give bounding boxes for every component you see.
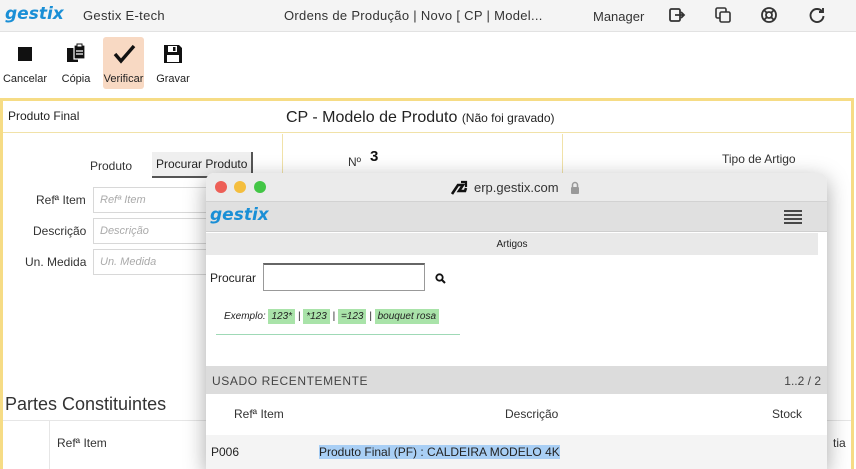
partes-ref-header[interactable]: Refª Item xyxy=(57,436,107,450)
copy-label: Cópia xyxy=(61,73,91,85)
refresh-icon[interactable] xyxy=(808,6,826,24)
top-bar: gestix Gestix E-tech Ordens de Produção … xyxy=(0,0,856,32)
user-name[interactable]: Manager xyxy=(593,9,644,24)
column-header-ref: Refª Item xyxy=(234,407,284,421)
tipo-artigo-label: Tipo de Artigo xyxy=(722,152,796,166)
example-chip: bouquet rosa xyxy=(374,309,440,324)
example-chip: 123* xyxy=(268,309,296,324)
recent-pagination: 1..2 / 2 xyxy=(784,374,821,388)
logout-icon[interactable] xyxy=(668,6,686,24)
example-chip: =123 xyxy=(337,309,367,324)
stop-square-icon xyxy=(18,47,32,61)
ref-label: Refª Item xyxy=(36,193,86,207)
url-text: erp.gestix.com xyxy=(474,180,559,195)
row-ref: P006 xyxy=(211,445,240,459)
unidade-input[interactable]: Un. Medida xyxy=(93,249,213,275)
row-descricao[interactable]: Produto Final (PF) : CALDEIRA MODELO 4K xyxy=(319,445,560,459)
search-input[interactable] xyxy=(263,263,425,291)
checkmark-icon xyxy=(113,44,135,64)
descricao-label: Descrição xyxy=(33,224,87,238)
article-search-popup: erp.gestix.com gestix Artigos Procurar E… xyxy=(206,173,827,469)
recent-section-header: USADO RECENTEMENTE 1..2 / 2 xyxy=(206,366,827,394)
ref-input[interactable]: Refª Item xyxy=(93,187,213,213)
unidade-label: Un. Medida xyxy=(25,255,87,269)
help-lifebuoy-icon[interactable] xyxy=(760,6,778,24)
browser-titlebar: erp.gestix.com xyxy=(206,173,827,202)
title-text: CP - Modelo de Produto xyxy=(286,109,458,126)
document-title: Ordens de Produção | Novo [ CP | Model..… xyxy=(284,8,543,23)
save-button[interactable]: Gravar xyxy=(152,37,194,89)
verify-button[interactable]: Verificar xyxy=(103,37,144,89)
floppy-disk-icon xyxy=(164,45,182,63)
card-header: Produto Final CP - Modelo de Produto (Nã… xyxy=(3,101,851,133)
descricao-input[interactable]: Descrição xyxy=(93,218,213,244)
numero-value: 3 xyxy=(370,148,379,165)
gestix-logo: gestix xyxy=(210,205,269,225)
recent-title: USADO RECENTEMENTE xyxy=(212,374,369,388)
title-note: (Não foi gravado) xyxy=(461,111,555,125)
site-favicon-icon xyxy=(450,180,468,195)
produto-label: Produto xyxy=(90,159,133,173)
column-header-descricao: Descrição xyxy=(505,407,559,421)
popup-header: gestix xyxy=(206,202,827,232)
verify-label: Verificar xyxy=(103,73,144,85)
cancel-button[interactable]: Cancelar xyxy=(2,37,48,89)
example-label: Exemplo: xyxy=(224,311,266,322)
copy-button[interactable]: Cópia xyxy=(56,37,96,89)
page-title: CP - Modelo de Produto (Não foi gravado) xyxy=(286,109,555,127)
gestix-logo[interactable]: gestix xyxy=(5,4,64,24)
app-name: Gestix E-tech xyxy=(83,8,165,23)
grid-divider xyxy=(49,421,50,469)
search-label: Procurar xyxy=(210,271,257,285)
card-label: Produto Final xyxy=(8,109,80,123)
partes-section-title: Partes Constituintes xyxy=(5,394,167,414)
partes-qty-header[interactable]: tia xyxy=(833,436,846,450)
save-label: Gravar xyxy=(156,73,190,85)
examples-divider xyxy=(216,334,460,335)
artigos-section-title: Artigos xyxy=(206,233,818,255)
close-window-icon[interactable] xyxy=(215,181,227,193)
column-header-stock: Stock xyxy=(772,407,803,421)
table-row[interactable]: P006 Produto Final (PF) : CALDEIRA MODEL… xyxy=(206,435,827,469)
windows-icon[interactable] xyxy=(714,6,732,24)
numero-label: Nº xyxy=(348,155,362,169)
example-chip: *123 xyxy=(303,309,330,324)
lock-icon xyxy=(571,181,579,194)
search-examples: Exemplo: 123* | *123 | =123 | bouquet ro… xyxy=(224,309,440,324)
cancel-label: Cancelar xyxy=(2,73,48,85)
search-icon[interactable] xyxy=(435,273,446,284)
toolbar: Cancelar Cópia Verificar Gravar xyxy=(0,33,856,95)
copy-clipboard-icon xyxy=(67,43,86,62)
hamburger-menu-icon[interactable] xyxy=(784,210,802,224)
minimize-window-icon[interactable] xyxy=(234,181,246,193)
maximize-window-icon[interactable] xyxy=(254,181,266,193)
